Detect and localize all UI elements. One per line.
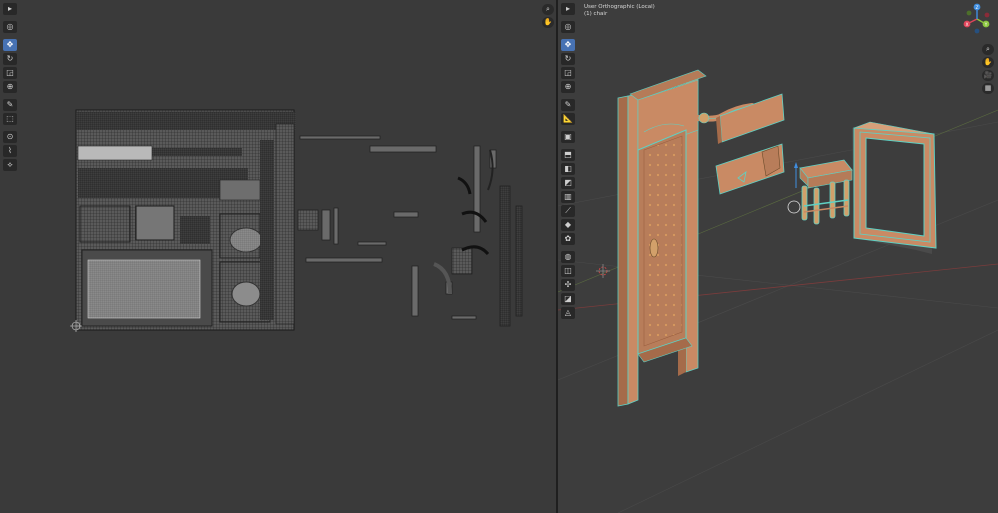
perspective-grid-icon[interactable]: ▦ [982,83,994,94]
uv-tool-transform[interactable]: ⊕ [3,81,17,93]
uv-tool-annotate[interactable]: ✎ [3,99,17,111]
uv-tool-move[interactable]: ✥ [3,39,17,51]
door-mesh[interactable] [617,69,707,407]
uv-tool-pinch[interactable]: ⟡ [3,159,17,171]
vp-tool-scale[interactable]: ◲ [561,67,575,79]
viewport-toolbar: ▸ ◎ ✥ ↻ ◲ ⊕ ✎ 📐 ▣ ⬒ ◧ ◩ ▥ ⟋ ◆ ✿ ◍ ◫ ✣ ◪ … [561,3,575,321]
uv-tool-rotate[interactable]: ↻ [3,53,17,65]
plank-mesh-1[interactable] [716,93,785,144]
active-object-label: (1) chair [584,11,608,17]
vp-tool-rotate[interactable]: ↻ [561,53,575,65]
vp-tool-extrude[interactable]: ⬒ [561,149,575,161]
gizmo-y-label: Y [984,22,988,28]
viewport-header-text: User Orthographic (Local) (1) chair [584,4,655,18]
uv-tool-cursor[interactable]: ◎ [3,21,17,33]
vp-tool-smooth[interactable]: ◍ [561,251,575,263]
vp-tool-rip-region[interactable]: ◬ [561,307,575,319]
vp-tool-inset[interactable]: ◧ [561,163,575,175]
camera-icon[interactable]: 🎥 [982,70,994,81]
3d-cursor[interactable] [596,264,610,278]
vp-tool-loop-cut[interactable]: ▥ [561,191,575,203]
vp-tool-spin[interactable]: ✿ [561,233,575,245]
gizmo-z-label: Z [975,5,978,11]
vp-tool-select[interactable]: ▸ [561,3,575,15]
vp-tool-knife[interactable]: ⟋ [561,205,575,217]
chair-mesh[interactable] [799,159,853,225]
uv-island-cluster[interactable] [75,109,296,331]
3d-viewport[interactable]: Z X Y User Orthographic (Local) (1) chai… [558,0,998,513]
view-mode-label: User Orthographic (Local) [584,4,655,10]
vp-tool-shrink-fatten[interactable]: ✣ [561,279,575,291]
vp-tool-transform[interactable]: ⊕ [561,81,575,93]
axis-navigation-gizmo[interactable]: Z X Y [963,3,990,34]
object-transform-gizmo[interactable] [787,162,801,214]
uv-scattered-islands[interactable] [297,135,523,327]
vp-tool-measure[interactable]: 📐 [561,113,575,125]
vp-tool-shear[interactable]: ◪ [561,293,575,305]
viewport-navigation: ⌕ ✋ 🎥 ▦ [982,44,994,96]
vp-tool-edge-slide[interactable]: ◫ [561,265,575,277]
pan-hand-icon[interactable]: ✋ [982,57,994,68]
vp-tool-move[interactable]: ✥ [561,39,575,51]
vp-tool-annotate[interactable]: ✎ [561,99,575,111]
vp-tool-bevel[interactable]: ◩ [561,177,575,189]
gizmo-x-label: X [965,22,968,28]
vp-tool-add-cube[interactable]: ▣ [561,131,575,143]
plank-mesh-2[interactable] [715,143,785,195]
zoom-icon[interactable]: ⌕ [982,44,994,55]
uv-tool-grab[interactable]: ⊙ [3,131,17,143]
pan-hand-icon[interactable]: ✋ [542,17,554,28]
uv-tool-scale[interactable]: ◲ [3,67,17,79]
uv-tool-rip[interactable]: ⬚ [3,113,17,125]
uv-editor[interactable]: ▸ ◎ ✥ ↻ ◲ ⊕ ✎ ⬚ ⊙ ⌇ ⟡ ⌕ ✋ [0,0,556,513]
uv-tool-relax[interactable]: ⌇ [3,145,17,157]
vp-tool-cursor[interactable]: ◎ [561,21,575,33]
vp-tool-poly-build[interactable]: ◆ [561,219,575,231]
uv-navigation: ⌕ ✋ [542,4,554,30]
picture-frame-mesh[interactable] [852,121,937,254]
uv-tool-select[interactable]: ▸ [3,3,17,15]
uv-canvas[interactable] [0,0,556,513]
viewport-canvas[interactable]: Z X Y [558,0,998,513]
zoom-icon[interactable]: ⌕ [542,4,554,15]
uv-toolbar: ▸ ◎ ✥ ↻ ◲ ⊕ ✎ ⬚ ⊙ ⌇ ⟡ [3,3,17,173]
